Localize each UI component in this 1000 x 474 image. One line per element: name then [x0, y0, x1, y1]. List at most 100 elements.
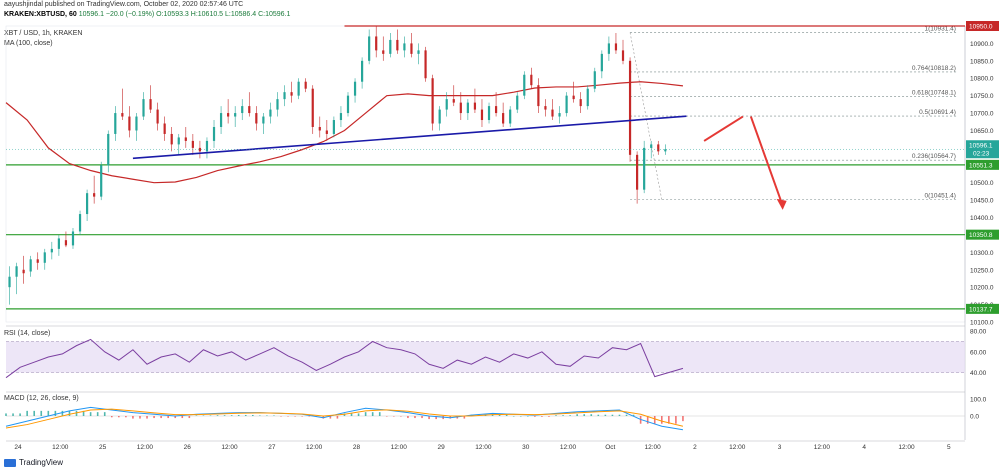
- candle-body: [586, 88, 589, 107]
- candle-body: [142, 99, 145, 117]
- macd-histogram-bar: [216, 415, 219, 416]
- candle-body: [579, 99, 582, 107]
- candle-body: [205, 140, 209, 152]
- candle-body: [248, 106, 251, 114]
- candle-body: [121, 113, 124, 117]
- candle-body: [657, 144, 660, 152]
- macd-histogram-bar: [68, 410, 71, 416]
- macd-histogram-bar: [393, 416, 395, 417]
- macd-histogram-bar: [188, 416, 191, 419]
- candle-body: [353, 81, 357, 96]
- time-tick-label: 12:00: [729, 444, 746, 451]
- price-axis-badge-label: 10137.7: [969, 306, 993, 313]
- ma-100-line: [5, 81, 684, 184]
- price-tick-label: 10300.0: [970, 250, 994, 257]
- candle-body: [135, 116, 138, 131]
- macd-histogram-bar: [569, 415, 571, 416]
- candle-body: [487, 106, 491, 121]
- candle-body: [43, 252, 46, 263]
- price-tick-label: 10500.0: [970, 180, 994, 187]
- candle-body: [445, 99, 448, 110]
- rsi-tick-label: 40.00: [970, 370, 987, 377]
- candle-body: [375, 36, 378, 51]
- fib-level-label: 0.5(10691.4): [919, 109, 956, 116]
- time-tick-label: 29: [437, 444, 445, 451]
- time-tick-label: 12:00: [391, 444, 408, 451]
- last-price-countdown: 02:23: [973, 151, 990, 158]
- candle-body: [149, 99, 152, 110]
- candle-body: [297, 81, 300, 96]
- candle-body: [100, 165, 103, 197]
- price-tick-label: 10850.0: [970, 58, 994, 65]
- price-axis-badge-label: 10350.8: [969, 232, 993, 239]
- candle-body: [396, 39, 399, 51]
- trendline: [132, 115, 687, 160]
- macd-histogram-bar: [202, 415, 205, 416]
- macd-line: [5, 406, 684, 431]
- time-tick-label: 27: [268, 444, 276, 451]
- macd-histogram-bar: [576, 414, 578, 416]
- candle-body: [650, 144, 653, 148]
- candle-body: [382, 50, 385, 54]
- candle-body: [332, 120, 335, 134]
- candle-body: [198, 147, 202, 152]
- candle-body: [636, 154, 639, 190]
- fib-level-label: 0.618(10748.1): [912, 89, 956, 96]
- macd-histogram-bar: [103, 412, 106, 416]
- candle-body: [163, 123, 166, 134]
- macd-histogram-bar: [660, 416, 663, 424]
- candle-body: [50, 248, 53, 253]
- macd-histogram-bar: [132, 416, 134, 419]
- macd-histogram-bar: [160, 416, 162, 419]
- rsi-tick-label: 80.00: [970, 329, 987, 336]
- candle-body: [114, 113, 117, 134]
- time-tick-label: 12:00: [560, 444, 577, 451]
- tradingview-brand: TradingView: [19, 458, 64, 467]
- macd-histogram-bar: [259, 415, 261, 416]
- macd-histogram-bar: [400, 416, 402, 417]
- price-chart-svg[interactable]: 10100.010150.010200.010250.010300.010350…: [0, 0, 1000, 474]
- macd-tick-label: 0.0: [970, 414, 979, 421]
- price-tick-label: 10400.0: [970, 215, 994, 222]
- macd-histogram-bar: [146, 416, 148, 419]
- time-tick-label: 30: [522, 444, 530, 451]
- macd-legend: MACD (12, 26, close, 9): [4, 395, 79, 402]
- price-panel: 10100.010150.010200.010250.010300.010350…: [5, 21, 999, 440]
- macd-histogram-bar: [407, 416, 409, 419]
- macd-histogram-bar: [336, 416, 339, 419]
- candle-body: [516, 95, 519, 110]
- candle-body: [473, 102, 477, 110]
- macd-histogram-bar: [195, 415, 198, 416]
- candle-body: [544, 106, 547, 110]
- candle-body: [593, 71, 596, 89]
- price-tick-label: 10800.0: [970, 76, 994, 83]
- time-tick-label: 2: [693, 444, 697, 451]
- time-tick-label: 26: [184, 444, 192, 451]
- candle-body: [15, 266, 18, 277]
- macd-histogram-bar: [350, 413, 353, 416]
- price-tick-label: 10200.0: [970, 285, 994, 292]
- candle-body: [502, 113, 505, 124]
- candle-body: [227, 113, 230, 117]
- candle-body: [466, 102, 469, 114]
- macd-histogram-bar: [519, 416, 522, 417]
- macd-histogram-bar: [682, 416, 684, 422]
- candle-body: [368, 36, 371, 61]
- candle-body: [212, 126, 216, 141]
- candle-body: [424, 50, 427, 79]
- price-tick-label: 10100.0: [970, 320, 994, 327]
- macd-histogram-bar: [153, 416, 155, 419]
- time-tick-label: 28: [353, 444, 361, 451]
- macd-histogram-bar: [294, 416, 296, 417]
- candle-body: [431, 78, 434, 124]
- fib-level-label: 0.236(10564.7): [912, 153, 956, 160]
- price-tick-label: 10900.0: [970, 41, 994, 48]
- candle-body: [276, 99, 279, 110]
- price-tick-label: 10650.0: [970, 128, 994, 135]
- candle-body: [191, 140, 194, 148]
- projection-up-stroke: [703, 115, 744, 142]
- candle-body: [8, 276, 11, 288]
- candle-body: [93, 193, 96, 197]
- candle-body: [64, 240, 68, 246]
- price-tick-label: 10750.0: [970, 93, 994, 100]
